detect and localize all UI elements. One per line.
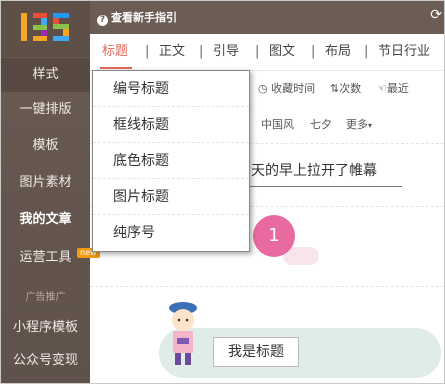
sort-recent[interactable]: ☜最近 xyxy=(377,71,409,107)
divider xyxy=(90,286,444,288)
sidebar-item-images[interactable]: 图片素材 xyxy=(1,166,90,200)
logo-mark xyxy=(21,13,69,41)
template-winter-title[interactable]: 冬天的早上拉开了帷幕 xyxy=(237,156,402,187)
menu-item-image-title[interactable]: 图片标题 xyxy=(93,179,249,215)
sort-count-label: 次数 xyxy=(339,82,362,95)
sidebar-item-mini-program[interactable]: 小程序模板 xyxy=(1,311,90,345)
sort-collect-time-label: 收藏时间 xyxy=(271,82,316,95)
tab-layout[interactable]: 布局 xyxy=(325,34,351,70)
guide-label: 查看新手指引 xyxy=(111,11,177,24)
tab-guide[interactable]: 引导 xyxy=(213,34,239,70)
sidebar-item-templates[interactable]: 模板 xyxy=(1,129,90,163)
tab-separator: | xyxy=(199,44,204,59)
sort-icon: ⇅ xyxy=(330,82,340,95)
app-window: 样式 一键排版 模板 图片素材 我的文章 运营工具 new 广告推广 小程序模板… xyxy=(0,0,445,384)
cartoon-figure-icon xyxy=(169,302,197,365)
sidebar-item-operation-tools[interactable]: 运营工具 xyxy=(1,241,90,275)
sort-collect-time[interactable]: ◷ 收藏时间 xyxy=(258,71,315,107)
refresh-icon[interactable]: ⟳ xyxy=(430,7,442,23)
guide-link[interactable]: ? 查看新手指引 xyxy=(97,1,177,34)
tab-title[interactable]: 标题 xyxy=(102,34,128,70)
sidebar-item-one-click-layout[interactable]: 一键排版 xyxy=(1,93,90,127)
tab-image-text[interactable]: 图文 xyxy=(269,34,295,70)
hand-icon: ☜ xyxy=(377,82,387,95)
template-title-label[interactable]: 我是标题 xyxy=(213,337,299,367)
tab-separator: | xyxy=(364,44,369,59)
category-tabs: 标题 | 正文 | 引导 | 图文 | 布局 | 节日行业 xyxy=(90,34,444,71)
tab-holiday[interactable]: 节日行业 xyxy=(378,34,430,70)
tag-more[interactable]: 更多▾ xyxy=(346,108,372,143)
sidebar: 样式 一键排版 模板 图片素材 我的文章 运营工具 new 广告推广 小程序模板… xyxy=(1,1,100,383)
menu-item-pure-number[interactable]: 纯序号 xyxy=(93,215,249,251)
sidebar-item-my-articles[interactable]: 我的文章 xyxy=(1,203,90,237)
tab-separator: | xyxy=(255,44,260,59)
logo xyxy=(1,1,90,57)
active-tab-underline xyxy=(100,67,132,69)
chevron-down-icon: ▾ xyxy=(368,121,373,130)
top-bar: ? 查看新手指引 ⟳ xyxy=(90,1,444,34)
tab-separator: | xyxy=(145,44,150,59)
sidebar-item-styles[interactable]: 样式 xyxy=(1,58,90,92)
sort-count[interactable]: ⇅次数 xyxy=(330,71,361,107)
tag-qixi[interactable]: 七夕 xyxy=(310,108,332,142)
tag-more-label: 更多 xyxy=(346,118,368,131)
tag-chinese-style[interactable]: 中国风 xyxy=(261,108,294,142)
tab-separator: | xyxy=(311,44,316,59)
sidebar-item-ad[interactable]: 广告推广 xyxy=(1,281,90,315)
menu-item-background-title[interactable]: 底色标题 xyxy=(93,143,249,179)
number-badge[interactable]: 1 xyxy=(253,215,295,257)
menu-item-bordered-title[interactable]: 框线标题 xyxy=(93,107,249,143)
sidebar-item-monetize[interactable]: 公众号变现 xyxy=(1,344,90,378)
sort-recent-label: 最近 xyxy=(386,82,409,95)
title-dropdown-menu: 编号标题 框线标题 底色标题 图片标题 纯序号 xyxy=(92,70,250,252)
clock-icon: ◷ xyxy=(258,82,268,95)
question-icon: ? xyxy=(97,15,108,26)
menu-item-numbered-title[interactable]: 编号标题 xyxy=(93,71,249,107)
tab-body[interactable]: 正文 xyxy=(159,34,185,70)
